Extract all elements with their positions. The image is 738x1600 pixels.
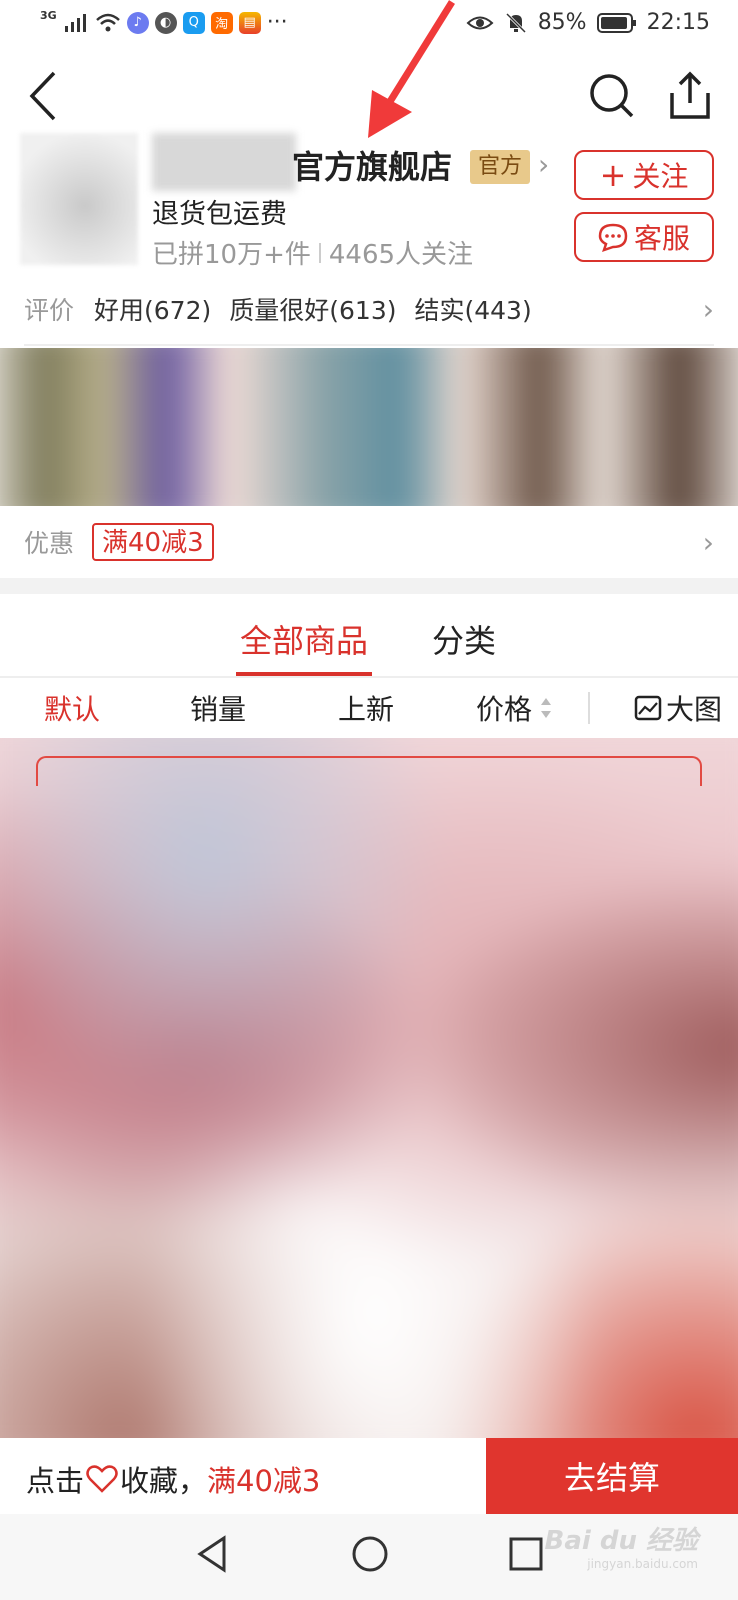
promo-row[interactable]: 优惠 满40减3 › <box>24 520 714 564</box>
favorite-promo: 满40减3 <box>207 1464 321 1498</box>
watermark: Bai du 经验 jingyan.baidu.com <box>545 1520 699 1571</box>
customer-service-button[interactable]: 客服 <box>574 212 714 262</box>
checkout-button[interactable]: 去结算 <box>486 1438 738 1514</box>
nav-recents-icon[interactable] <box>508 1536 544 1572</box>
official-badge: 官方 <box>470 150 531 184</box>
nav-home-icon[interactable] <box>350 1534 390 1574</box>
store-chevron-icon[interactable]: › <box>538 148 549 181</box>
store-stats: 已拼10万+件 4465人关注 <box>152 234 473 271</box>
heart-icon <box>86 1465 118 1493</box>
chevron-left-icon <box>29 71 56 121</box>
battery-icon <box>596 12 636 33</box>
view-mode-toggle[interactable]: 大图 <box>634 688 722 728</box>
promo-chevron-icon: › <box>702 525 714 559</box>
divider <box>24 344 714 346</box>
share-button[interactable] <box>660 66 720 126</box>
search-button[interactable] <box>582 66 642 126</box>
product-grid[interactable] <box>0 738 738 1438</box>
section-gap <box>0 578 738 594</box>
follow-button[interactable]: + 关注 <box>574 150 714 200</box>
stats-divider <box>318 242 321 263</box>
coupon-badge[interactable]: 满40减3 <box>92 523 214 561</box>
bell-off-icon <box>505 12 526 33</box>
ball-app-icon: ◐ <box>154 11 177 34</box>
store-name[interactable]: 官方旗舰店 <box>292 142 452 188</box>
sort-new[interactable]: 上新 <box>338 688 394 728</box>
review-chevron-icon: › <box>702 292 714 326</box>
review-row[interactable]: 评价 好用(672) 质量很好(613) 结实(443) › <box>24 284 714 334</box>
battery-percent: 85% <box>537 10 587 35</box>
annotation-arrow <box>368 0 455 138</box>
sort-price[interactable]: 价格 <box>476 688 554 728</box>
signal-icon <box>64 13 86 32</box>
return-policy: 退货包运费 <box>152 199 287 230</box>
wifi-icon <box>95 13 120 31</box>
product-preview-strip[interactable] <box>0 348 738 506</box>
sort-divider <box>588 692 590 724</box>
more-notifications: ··· <box>266 10 288 35</box>
sort-arrows-icon <box>541 698 552 718</box>
share-icon <box>670 71 710 119</box>
tab-all-products[interactable]: 全部商品 <box>240 616 368 662</box>
taobao-app-icon: 淘 <box>210 11 233 34</box>
favorite-text: 收藏， <box>120 1464 208 1498</box>
product-card-frame <box>36 756 702 786</box>
review-label: 评价 <box>24 296 75 325</box>
nav-back-icon[interactable] <box>194 1534 230 1574</box>
follow-label: 关注 <box>632 160 689 193</box>
sort-price-label: 价格 <box>476 693 533 726</box>
back-button[interactable] <box>14 66 74 126</box>
tab-category[interactable]: 分类 <box>432 616 496 662</box>
follower-count: 4465人关注 <box>328 240 474 270</box>
service-label: 客服 <box>633 222 690 255</box>
watermark-brand: Bai du 经验 <box>544 1526 699 1556</box>
favorite-prompt[interactable]: 点击 收藏， 满40减3 <box>26 1458 320 1500</box>
clock: 22:15 <box>646 10 710 35</box>
chat-bubble-icon <box>598 223 628 252</box>
plus-icon: + <box>599 156 627 194</box>
review-tag[interactable]: 质量很好(613) <box>229 291 396 327</box>
review-tag[interactable]: 好用(672) <box>94 291 211 327</box>
store-name-redacted <box>152 133 296 191</box>
sort-sales[interactable]: 销量 <box>190 688 246 728</box>
search-icon <box>590 74 634 118</box>
review-tag[interactable]: 结实(443) <box>414 291 531 327</box>
watermark-url: jingyan.baidu.com <box>587 1557 698 1571</box>
sold-count: 已拼10万+件 <box>152 240 311 270</box>
store-logo[interactable] <box>20 133 138 265</box>
music-app-icon: ♪ <box>126 11 149 34</box>
album-app-icon: ▤ <box>238 11 261 34</box>
search-app-icon: Q <box>182 11 205 34</box>
tap-text: 点击 <box>26 1464 85 1498</box>
promo-label: 优惠 <box>24 529 75 558</box>
sort-default[interactable]: 默认 <box>44 688 100 728</box>
network-type: 3G <box>40 9 57 22</box>
status-right: 85% 22:15 <box>466 10 710 35</box>
view-mode-label: 大图 <box>666 693 723 726</box>
eye-icon <box>466 16 494 29</box>
image-view-icon <box>634 695 662 721</box>
divider <box>0 676 738 678</box>
status-left: 3G ♪ ◐ Q 淘 ▤ ··· <box>40 9 288 35</box>
